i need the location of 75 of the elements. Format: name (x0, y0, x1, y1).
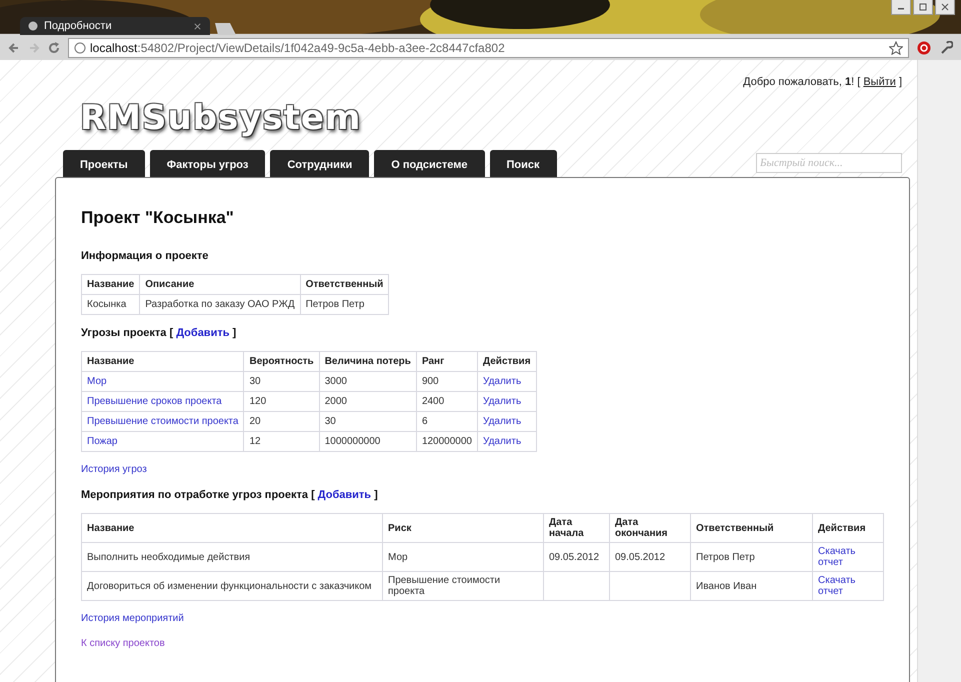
table-cell: 3000 (324, 376, 347, 387)
table-cell: 2400 (422, 396, 444, 407)
add-link[interactable]: Добавить (176, 327, 230, 339)
nav-tab[interactable]: Проекты (63, 150, 145, 177)
wrench-icon[interactable] (939, 40, 953, 54)
column-header: Название (82, 274, 140, 294)
scrollbar[interactable] (917, 60, 961, 682)
table-cell: 120 (249, 396, 266, 407)
new-tab-button[interactable] (212, 23, 236, 35)
table-cell: 20 (249, 416, 261, 427)
nav-tab[interactable]: О подсистеме (374, 150, 484, 177)
table-cell: Петров Петр (306, 299, 364, 310)
welcome-text: Добро пожаловать, 1! [ Выйти ] (743, 76, 902, 90)
browser-tab[interactable]: Подробности (20, 17, 210, 35)
close-button[interactable] (935, 0, 955, 15)
reload-icon[interactable] (48, 42, 60, 54)
site-logo: RMSubsystem (80, 98, 918, 140)
column-header: Название (82, 514, 382, 542)
globe-icon (28, 21, 38, 31)
table-cell: Косынка (87, 299, 126, 310)
address-bar[interactable]: localhost:54802/Project/ViewDetails/1f042a49-9c5a-4ebb-a3ee-2c8447cfa802 (68, 38, 909, 58)
table-cell: 1000000000 (324, 436, 380, 447)
url-text: localhost:54802/Project/ViewDetails/1f042a49-9c5a-4ebb-a3ee-2c8447cfa802 (90, 40, 505, 54)
table-cell: 30 (324, 416, 336, 427)
page-link[interactable]: История угроз (81, 464, 147, 475)
table-cell: 6 (422, 416, 428, 427)
nav-tab[interactable]: Факторы угроз (150, 150, 266, 177)
column-header: Действия (478, 352, 536, 372)
table-cell: Выполнить необходимые действия (87, 552, 250, 562)
column-header: Действия (812, 514, 884, 542)
maximize-button[interactable] (913, 0, 933, 15)
minimize-button[interactable] (891, 0, 911, 15)
table-cell: Петров Петр (696, 552, 755, 562)
section-heading: Угрозы проекта [ Добавить ] (81, 327, 238, 339)
nav-tab[interactable]: Сотрудники (270, 150, 370, 177)
section-heading: Информация о проекте (81, 250, 210, 262)
column-header: Название (82, 352, 244, 372)
close-icon[interactable] (193, 22, 202, 30)
logout-link[interactable]: Выйти (863, 76, 896, 88)
section-heading: Мероприятия по отработке угроз проекта [ Добавить ] (81, 489, 379, 501)
column-header: Ответственный (300, 274, 389, 294)
maximize-icon (918, 2, 928, 12)
table-link[interactable]: Мор (87, 376, 107, 387)
page-icon (74, 42, 86, 54)
table-link[interactable]: Пожар (87, 436, 118, 447)
star-icon[interactable] (889, 40, 903, 54)
column-header: Вероятность (244, 352, 320, 372)
table-cell: 09.05.2012 (615, 552, 666, 562)
table-cell: 120000000 (422, 436, 472, 447)
table-cell: Превышение стоимости проекта (388, 575, 500, 597)
table-cell: Разработка по заказу ОАО РЖД (145, 299, 295, 310)
page-title: Проект "Косынка" (81, 208, 235, 228)
column-header: Дата окончания (610, 514, 690, 542)
tab-title: Подробности (44, 20, 113, 32)
back-icon[interactable] (8, 42, 20, 54)
table-cell: 12 (249, 436, 261, 447)
page-link[interactable]: История мероприятий (81, 613, 184, 624)
column-header: Дата начала (544, 514, 610, 542)
table-cell: 2000 (324, 396, 347, 407)
column-header: Величина потерь (319, 352, 416, 372)
table-cell: 900 (422, 376, 439, 387)
search-field[interactable]: Быстрый поиск... (756, 153, 902, 173)
column-header: Риск (382, 514, 544, 542)
table-cell: Иванов Иван (696, 580, 757, 592)
nav-tab[interactable]: Поиск (490, 150, 557, 177)
column-header: Описание (140, 274, 300, 294)
close-icon (940, 2, 950, 12)
add-link[interactable]: Добавить (318, 489, 372, 501)
page-link[interactable]: К списку проектов (81, 638, 165, 649)
table-cell: Мор (388, 552, 408, 562)
table-cell: Договориться об изменении функциональности с заказчиком (87, 580, 372, 592)
table-cell: 09.05.2012 (549, 552, 600, 562)
column-header: Ранг (416, 352, 478, 372)
table-cell: 30 (249, 376, 261, 387)
column-header: Ответственный (690, 514, 812, 542)
